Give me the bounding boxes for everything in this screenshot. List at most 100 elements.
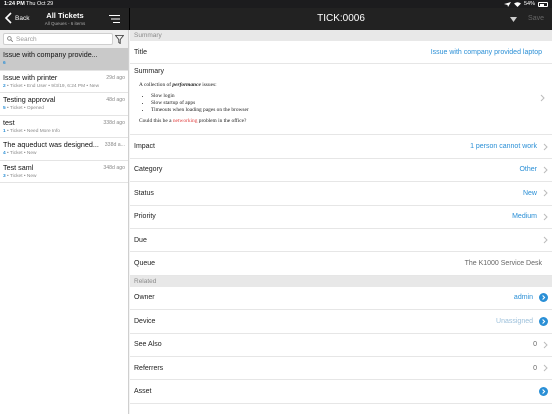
priority-value: Medium <box>512 213 537 221</box>
ticket-item-title: The aqueduct was designed... <box>3 140 99 149</box>
see-also-field-row[interactable]: See Also 0 <box>130 334 552 357</box>
summary-list-item: Timeouts when loading pages on the brows… <box>151 107 548 114</box>
title-value: Issue with company provided laptop <box>430 48 542 56</box>
asset-label: Asset <box>134 387 152 395</box>
see-also-label: See Also <box>134 341 162 349</box>
summary-list-item: Slow login <box>151 93 548 100</box>
ticket-item-title: test <box>3 117 15 127</box>
ticket-item-details: • Ticket • End User • 9/3/19, 6:24 PM • … <box>5 83 100 89</box>
search-icon <box>7 36 13 42</box>
due-field-row[interactable]: Due <box>130 229 552 253</box>
wifi-icon <box>513 1 521 7</box>
category-field-row[interactable]: Category Other <box>130 159 552 183</box>
chevron-right-icon <box>543 341 548 349</box>
owner-field-row[interactable]: Owner admin <box>130 287 552 311</box>
device-field-row[interactable]: Device Unassigned <box>130 310 552 334</box>
ticket-item-meta: 3 • Ticket • New <box>3 174 125 179</box>
summary-list: Slow login Slow startup of apps Timeouts… <box>151 93 548 114</box>
circle-arrow-right-icon[interactable] <box>539 293 548 303</box>
asset-field-row[interactable]: Asset <box>130 380 552 404</box>
queue-field-row: Queue The K1000 Service Desk <box>130 252 552 276</box>
list-title-block: All Tickets All Queues - 6 items <box>34 11 96 26</box>
save-button[interactable]: Save <box>528 15 544 22</box>
impact-value: 1 person cannot work <box>470 143 537 151</box>
queue-label: Queue <box>134 260 156 268</box>
ticket-list-item[interactable]: The aqueduct was designed... 338d a... 4… <box>0 138 128 161</box>
status-time: 1:24 PM <box>4 1 25 7</box>
ticket-item-title: Testing approval <box>3 95 56 104</box>
section-header-summary: Summary <box>130 30 552 41</box>
battery-icon <box>538 1 548 7</box>
status-bar: 1:24 PM Thu Oct 29 54% <box>0 0 552 8</box>
owner-label: Owner <box>134 294 155 302</box>
search-bar <box>0 30 128 48</box>
device-label: Device <box>134 317 156 325</box>
battery-percent: 54% <box>523 1 535 7</box>
ticket-list-item[interactable]: Issue with printer 29d ago 2 • Ticket • … <box>0 71 128 93</box>
detail-navigation-bar: TICK:0006 Save <box>129 8 552 30</box>
ticket-item-number: 6 <box>3 61 6 66</box>
summary-content: A collection of performance issues: Slow… <box>139 82 548 125</box>
chevron-right-icon <box>540 95 545 102</box>
device-value: Unassigned <box>496 317 533 325</box>
ticket-item-meta: 6 <box>3 61 125 66</box>
ticket-list-item[interactable]: test 338d ago 1 • Ticket • Need More Inf… <box>0 116 128 138</box>
ticket-item-age: 29d ago <box>106 74 125 81</box>
category-label: Category <box>134 166 163 174</box>
impact-field-row[interactable]: Impact 1 person cannot work <box>130 135 552 159</box>
summary-field-row[interactable]: Summary A collection of performance issu… <box>130 64 552 136</box>
category-value: Other <box>519 166 537 174</box>
referrers-count: 0 <box>533 364 537 372</box>
priority-label: Priority <box>134 213 156 221</box>
chevron-right-icon <box>543 143 548 150</box>
list-navigation-bar: Back All Tickets All Queues - 6 items <box>0 8 129 30</box>
referrers-field-row[interactable]: Referrers 0 <box>130 357 552 381</box>
ticket-item-details: • Ticket • Need More Info <box>5 128 60 134</box>
ticket-item-details: • Ticket • New <box>5 151 37 156</box>
circle-arrow-right-icon[interactable] <box>539 386 548 396</box>
summary-question: Could this be a networking problem in th… <box>139 118 247 125</box>
ticket-item-title: Test saml <box>3 162 34 172</box>
ticket-item-title: Issue with printer <box>3 72 58 82</box>
impact-label: Impact <box>134 143 156 151</box>
search-input[interactable] <box>16 35 112 43</box>
chevron-right-icon <box>543 213 548 221</box>
ticket-item-age: 338d a... <box>104 142 125 148</box>
ticket-item-details: • Ticket • Opened <box>5 106 44 111</box>
status-label: Status <box>134 189 154 197</box>
ticket-item-details: • Ticket • New <box>5 173 37 179</box>
title-field-row[interactable]: Title Issue with company provided laptop <box>130 41 552 65</box>
back-button[interactable]: Back <box>4 12 29 24</box>
summary-label: Summary <box>134 68 164 76</box>
ticket-item-meta: 2 • Ticket • End User • 9/3/19, 6:24 PM … <box>3 84 125 89</box>
ticket-item-title: Issue with company provide... <box>3 50 98 59</box>
ticket-item-meta: 4 • Ticket • New <box>3 151 125 156</box>
status-date: Thu Oct 29 <box>26 1 54 7</box>
ticket-id-title: TICK:0006 <box>317 13 365 24</box>
chevron-right-icon <box>543 364 548 372</box>
caret-down-icon[interactable] <box>510 17 517 22</box>
priority-field-row[interactable]: Priority Medium <box>130 206 552 229</box>
see-also-count: 0 <box>533 341 537 349</box>
section-header-related: Related <box>130 275 552 287</box>
referrers-label: Referrers <box>134 364 164 372</box>
chevron-right-icon <box>543 236 548 244</box>
back-label: Back <box>15 14 30 22</box>
ticket-detail-panel: Summary Title Issue with company provide… <box>130 30 552 414</box>
sort-lines-icon[interactable] <box>109 14 120 24</box>
status-indicators: 54% <box>503 1 548 7</box>
search-field[interactable] <box>3 33 113 45</box>
status-field-row[interactable]: Status New <box>130 182 552 206</box>
ticket-list-item[interactable]: Test saml 348d ago 3 • Ticket • New <box>0 161 128 183</box>
circle-arrow-right-icon[interactable] <box>539 316 548 326</box>
ticket-item-meta: 1 • Ticket • Need More Info <box>3 129 125 134</box>
chevron-left-icon <box>4 12 12 24</box>
list-title: All Tickets <box>46 11 84 20</box>
summary-list-item: Slow startup of apps <box>151 100 548 107</box>
ticket-list-item[interactable]: Testing approval 48d ago 5 • Ticket • Op… <box>0 93 128 116</box>
ticket-item-age: 338d ago <box>103 119 125 126</box>
filter-icon[interactable] <box>115 35 124 44</box>
due-label: Due <box>134 236 147 244</box>
chevron-right-icon <box>543 166 548 174</box>
ticket-list-item[interactable]: Issue with company provide... 6 <box>0 48 128 71</box>
